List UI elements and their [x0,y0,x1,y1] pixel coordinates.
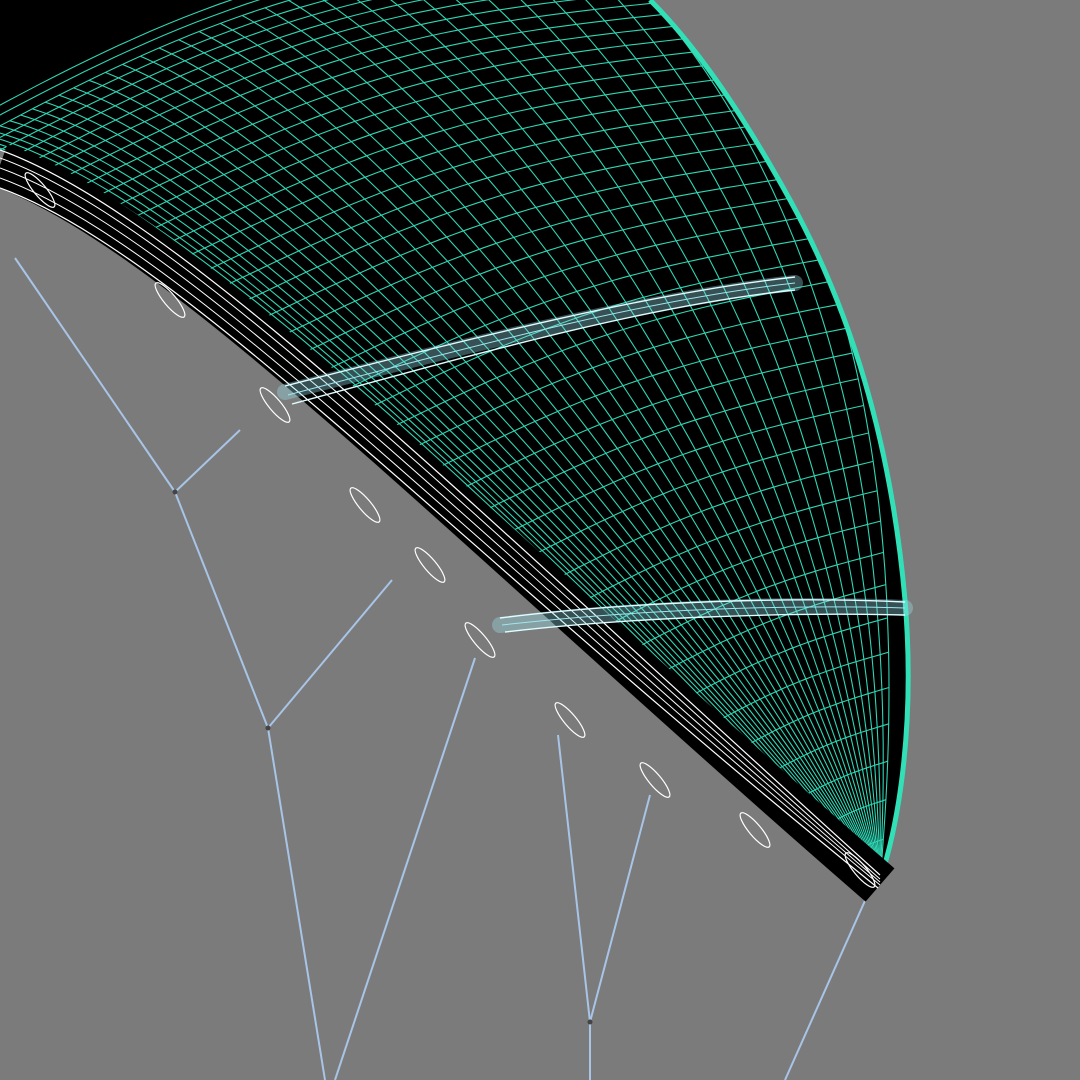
bridle-knot [587,1019,593,1025]
kite-wireframe-render [0,0,1080,1080]
bridle-knot [172,489,178,495]
bridle-knot [265,725,271,731]
3d-viewport[interactable] [0,0,1080,1080]
